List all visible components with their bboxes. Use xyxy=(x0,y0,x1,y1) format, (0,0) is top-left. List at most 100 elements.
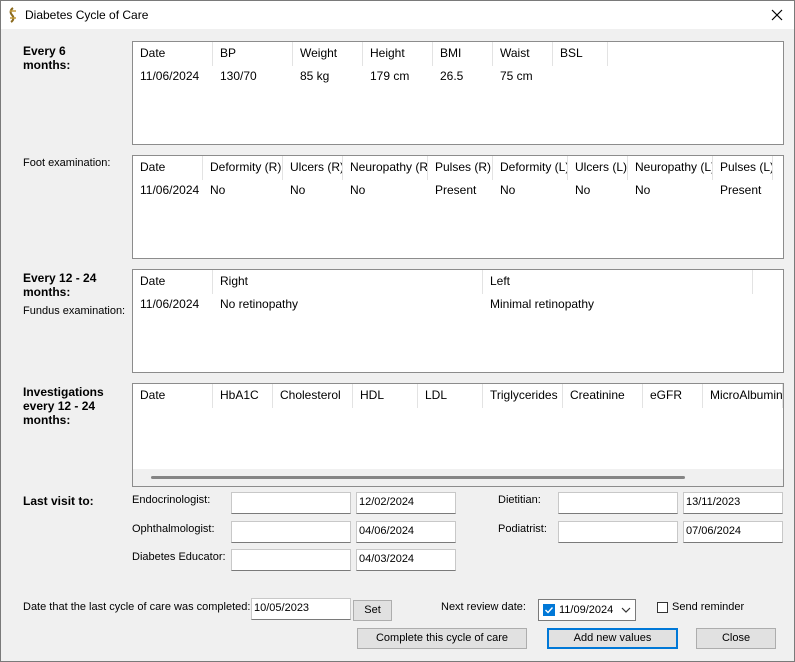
column-header[interactable]: Right xyxy=(213,270,483,294)
column-header[interactable]: Weight xyxy=(293,42,363,66)
set-button[interactable]: Set xyxy=(353,600,392,621)
table-cell: No xyxy=(350,183,366,197)
last-cycle-completed-label: Date that the last cycle of care was com… xyxy=(23,601,251,613)
last-cycle-completed-date-field[interactable]: 10/05/2023 xyxy=(251,598,351,620)
dietitian-name-field[interactable] xyxy=(558,492,678,514)
send-reminder-checkbox[interactable]: Send reminder xyxy=(657,601,744,613)
column-header[interactable]: Triglycerides xyxy=(483,384,563,408)
endocrinologist-date-field[interactable]: 12/02/2024 xyxy=(356,492,456,514)
column-header[interactable]: Cholesterol xyxy=(273,384,353,408)
column-header[interactable]: BMI xyxy=(433,42,493,66)
table-cell: 11/06/2024 xyxy=(140,183,200,197)
grid-header: Date Deformity (R) Ulcers (R) Neuropathy (R… xyxy=(133,156,773,180)
grid-header: Date Right Left xyxy=(133,270,753,294)
table-row[interactable]: 11/06/2024 130/70 85 kg 179 cm 26.5 75 cm xyxy=(133,66,608,86)
podiatrist-name-field[interactable] xyxy=(558,521,678,543)
column-header[interactable]: Ulcers (R) xyxy=(283,156,343,180)
horizontal-scrollbar[interactable] xyxy=(133,469,783,486)
table-cell: 26.5 xyxy=(440,69,464,83)
column-header[interactable]: Pulses (L) xyxy=(713,156,773,180)
column-header[interactable]: HbA1C xyxy=(213,384,273,408)
grid-fundus-examination[interactable]: Date Right Left 11/06/2024 No retinopathy Mi… xyxy=(132,269,784,373)
checkbox-unchecked-icon xyxy=(657,601,668,613)
app-icon xyxy=(9,7,16,23)
column-header[interactable]: LDL xyxy=(418,384,483,408)
dialog-window: Diabetes Cycle of Care Every 6 months: D… xyxy=(0,0,795,662)
table-row[interactable]: 11/06/2024 No No No Present No No No Present xyxy=(133,180,773,200)
table-cell: No xyxy=(290,183,306,197)
table-cell: Minimal retinopathy xyxy=(490,297,595,311)
podiatrist-date-field[interactable]: 07/06/2024 xyxy=(683,521,783,543)
column-header[interactable]: Date xyxy=(133,156,203,180)
send-reminder-label: Send reminder xyxy=(672,601,745,613)
column-header[interactable]: Date xyxy=(133,384,213,408)
investigations-label: Investigations every 12 - 24 months: xyxy=(23,385,104,427)
podiatrist-label: Podiatrist: xyxy=(498,523,547,535)
column-header[interactable]: Creatinine xyxy=(563,384,643,408)
column-header[interactable]: Waist xyxy=(493,42,553,66)
every-6-months-label: Every 6 months: xyxy=(23,44,71,72)
table-cell xyxy=(553,66,608,86)
review-date-checkbox[interactable] xyxy=(543,604,555,616)
ophthalmologist-label: Ophthalmologist: xyxy=(132,523,215,535)
table-row[interactable]: 11/06/2024 No retinopathy Minimal retinopa… xyxy=(133,294,753,314)
column-header[interactable]: Neuropathy (R) xyxy=(343,156,428,180)
chevron-down-icon[interactable] xyxy=(621,607,631,613)
fundus-examination-label: Fundus examination: xyxy=(23,305,126,317)
next-review-date-value: 11/09/2024 xyxy=(559,604,614,616)
table-cell: 75 cm xyxy=(500,69,533,83)
diabetes-educator-name-field[interactable] xyxy=(231,549,351,571)
column-header[interactable]: BP xyxy=(213,42,293,66)
grid-every-6-months[interactable]: Date BP Weight Height BMI Waist BSL 11/06/2024… xyxy=(132,41,784,145)
column-header[interactable]: Left xyxy=(483,270,753,294)
table-cell: 11/06/2024 xyxy=(140,297,200,311)
column-header[interactable]: Deformity (R) xyxy=(203,156,283,180)
column-header[interactable]: Pulses (R) xyxy=(428,156,493,180)
close-button[interactable]: Close xyxy=(696,628,776,649)
column-header[interactable]: Deformity (L) xyxy=(493,156,568,180)
dietitian-date-field[interactable]: 13/11/2023 xyxy=(683,492,783,514)
column-header[interactable]: Date xyxy=(133,42,213,66)
table-cell: No xyxy=(635,183,651,197)
next-review-date-picker[interactable]: 11/09/2024 xyxy=(538,599,636,621)
table-cell: No xyxy=(210,183,226,197)
foot-examination-label: Foot examination: xyxy=(23,157,111,169)
ophthalmologist-date-field[interactable]: 04/06/2024 xyxy=(356,521,456,543)
scrollbar-thumb[interactable] xyxy=(151,476,685,479)
grid-header: Date BP Weight Height BMI Waist BSL xyxy=(133,42,608,66)
next-review-date-label: Next review date: xyxy=(441,601,526,613)
column-header[interactable]: eGFR xyxy=(643,384,703,408)
table-cell: No xyxy=(500,183,516,197)
column-header[interactable]: MicroAlbuminu xyxy=(703,384,783,408)
close-window-icon[interactable] xyxy=(760,1,794,29)
window-title: Diabetes Cycle of Care xyxy=(25,8,149,22)
table-cell: No xyxy=(575,183,591,197)
table-cell: 11/06/2024 xyxy=(140,69,200,83)
table-cell: 179 cm xyxy=(370,69,410,83)
column-header[interactable]: BSL xyxy=(553,42,608,66)
table-cell: Present xyxy=(435,183,477,197)
table-cell: Present xyxy=(720,183,762,197)
column-header[interactable]: Ulcers (L) xyxy=(568,156,628,180)
dietitian-label: Dietitian: xyxy=(498,494,541,506)
grid-header: Date HbA1C Cholesterol HDL LDL Triglycerides C… xyxy=(133,384,783,408)
ophthalmologist-name-field[interactable] xyxy=(231,521,351,543)
grid-foot-examination[interactable]: Date Deformity (R) Ulcers (R) Neuropathy (R… xyxy=(132,155,784,259)
diabetes-educator-label: Diabetes Educator: xyxy=(132,551,226,563)
column-header[interactable]: Neuropathy (L) xyxy=(628,156,713,180)
complete-cycle-button[interactable]: Complete this cycle of care xyxy=(357,628,527,649)
diabetes-educator-date-field[interactable]: 04/03/2024 xyxy=(356,549,456,571)
add-new-values-button[interactable]: Add new values xyxy=(547,628,678,649)
table-cell: 130/70 xyxy=(220,69,257,83)
endocrinologist-name-field[interactable] xyxy=(231,492,351,514)
column-header[interactable]: HDL xyxy=(353,384,418,408)
endocrinologist-label: Endocrinologist: xyxy=(132,494,211,506)
every-12-24-months-label: Every 12 - 24 months: xyxy=(23,271,97,299)
table-cell: 85 kg xyxy=(300,69,330,83)
column-header[interactable]: Date xyxy=(133,270,213,294)
grid-investigations[interactable]: Date HbA1C Cholesterol HDL LDL Triglycerides C… xyxy=(132,383,784,487)
column-header[interactable]: Height xyxy=(363,42,433,66)
checkbox-checked-icon xyxy=(543,604,555,616)
table-cell: No retinopathy xyxy=(220,297,299,311)
last-visit-label: Last visit to: xyxy=(23,494,94,508)
